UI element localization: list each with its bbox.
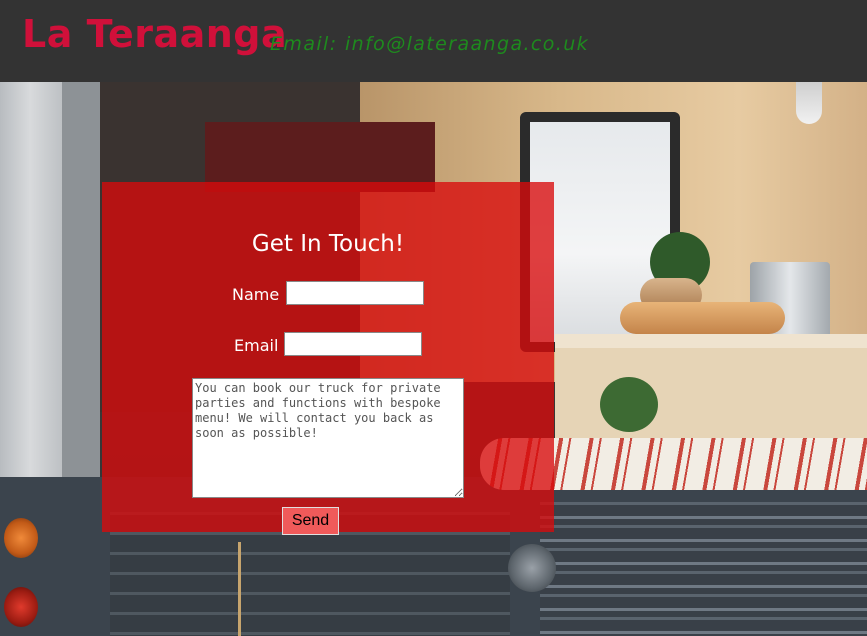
send-button[interactable]: Send [282, 507, 339, 535]
truck-ribs-right [540, 502, 867, 636]
contact-form: Get In Touch! Name Email You can book ou… [102, 182, 554, 535]
name-label: Name [232, 285, 280, 304]
header-email: Email: info@lateraanga.co.uk [270, 33, 590, 55]
counter-shelf [555, 334, 867, 348]
hanging-rope [238, 542, 241, 636]
tail-light-red [4, 587, 38, 627]
brand-title[interactable]: La Teraanga [22, 12, 287, 56]
tail-light-orange [4, 518, 38, 558]
site-header: La Teraanga Email: info@lateraanga.co.uk [0, 0, 867, 82]
name-input[interactable] [286, 281, 424, 305]
email-input[interactable] [284, 332, 422, 356]
email-label: Email [234, 336, 279, 355]
bread-rolls [620, 302, 785, 334]
door-handle [508, 544, 556, 592]
message-textarea[interactable]: You can book our truck for private parti… [192, 378, 464, 498]
contact-title: Get In Touch! [251, 231, 405, 257]
potted-plant [600, 377, 658, 432]
light-bulb [796, 82, 822, 124]
